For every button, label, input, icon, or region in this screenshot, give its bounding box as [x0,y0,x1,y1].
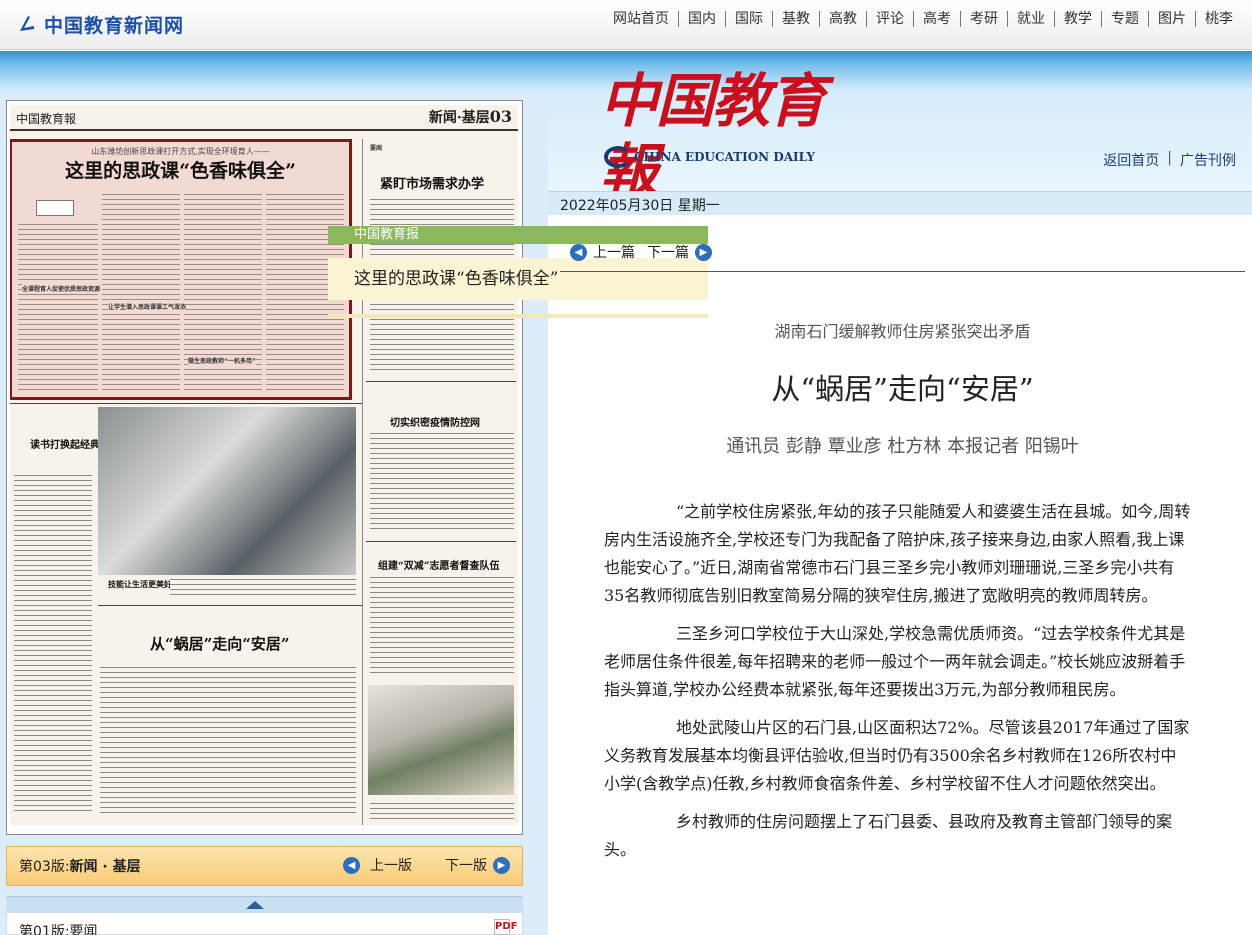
arrow-left-icon: ◀ [343,856,360,874]
story-divider [366,381,516,382]
article-paragraph: 三圣乡河口学校位于大山深处,学校急需优质师资。“过去学校条件尤其是老师居住条件很… [604,624,1186,699]
nav-item-topics[interactable]: 专题 [1101,11,1148,27]
site-logo-text: 中国教育新闻网 [44,14,185,37]
nav-item-basic-education[interactable]: 基教 [772,11,819,27]
top-navigation-bar: 中国教育新闻网 网站首页 国内 国际 基教 高教 评论 高考 考研 就业 教学 … [0,0,1252,50]
article-paragraph: 乡村教师的住房问题摆上了石门县委、县政府及教育主管部门领导的案头。 [604,812,1173,859]
story-title: 紧盯市场需求办学 [380,177,485,192]
sub-heading: 让学生潜入思政课课工气泼浓 [108,302,187,311]
next-page-button[interactable]: 下一版 ▶ [445,855,510,875]
article-paragraph: 地处武陵山片区的石门县,山区面积达72%。尽管该县2017年通过了国家义务教育发… [604,718,1190,793]
nav-item-teaching[interactable]: 教学 [1054,11,1101,27]
story-title: 从“蜗居”走向“安居” [150,635,290,653]
newspaper-photo-students [368,685,514,795]
prev-article-icon[interactable]: ◀ [570,243,587,261]
story-title: 切实织密疫情防控网 [390,418,480,429]
article-author: 通讯员 彭静 覃业彦 杜方林 本报记者 阳锡叶 [726,436,1079,457]
page-list-toggle[interactable] [6,896,523,912]
story-divider [366,541,516,542]
collapse-up-icon [246,901,264,909]
link-separator: | [1167,150,1172,166]
newspaper-section-name: 新闻·基层 [428,110,490,126]
main-nav: 网站首页 国内 国际 基教 高教 评论 高考 考研 就业 教学 专题 图片 桃李 [604,11,1242,27]
banner-links: 返回首页 | 广告刊例 [1103,150,1236,170]
newspaper-page-number: 03 [489,107,512,126]
text-column [18,222,98,392]
article-paragraph: “之前学校住房紧张,年幼的孩子只能随爱人和婆婆生活在县城。如今,周转房内生活设施… [604,502,1191,605]
next-article-link[interactable]: 下一篇 [647,242,689,262]
tooltip-title[interactable]: 这里的思政课“色香味俱全” [328,258,708,300]
nav-item-international[interactable]: 国际 [725,11,772,27]
nav-item-domestic[interactable]: 国内 [678,11,725,27]
nav-item-higher-education[interactable]: 高教 [819,11,866,27]
nav-item-kaoyan[interactable]: 考研 [960,11,1007,27]
current-page-name: 第03版:新闻 · 基层 [19,856,141,876]
caption-block [170,577,356,597]
paper-name: 中国教育報 [600,67,826,205]
article-divider [560,271,1245,272]
page-switcher: 第03版:新闻 · 基层 ◀ 上一版 下一版 ▶ [6,846,523,886]
column-logo-icon [36,200,74,216]
story-divider [98,605,362,606]
section-tag: 要闻 [370,145,383,152]
highlighted-article-hotspot[interactable]: 山东潍坊创新思政课打开方式,实现全环境育人—— 这里的思政课“色香味俱全” 全课… [10,139,352,400]
issue-date: 2022年05月30日 星期一 [560,198,720,214]
text-block [370,431,514,531]
article-subtitle: 湖南石门缓解教师住房紧张突出矛盾 [774,322,1031,341]
page-list-item[interactable]: 第01版:要闻 PDF [6,912,523,935]
text-column [102,192,180,392]
nav-item-home[interactable]: 网站首页 [604,11,678,27]
photo-caption: 技能让生活更美好 [108,579,172,589]
arrow-right-icon: ▶ [493,856,510,874]
newspaper-page-header: 中国教育報 新闻·基层03 [10,105,518,131]
text-block [14,473,92,813]
next-article-icon[interactable]: ▶ [695,243,712,261]
date-bar: 2022年05月30日 星期一 [548,191,1252,215]
highlight-title: 这里的思政课“色香味俱全” [65,160,296,182]
text-block [370,575,514,675]
logo-mark-icon [20,16,34,31]
paper-masthead-logo: 中国教育報 CHINA EDUCATION DAILY [600,66,840,205]
nav-item-employment[interactable]: 就业 [1007,11,1054,27]
caption-block [370,801,514,821]
paper-name-english: CHINA EDUCATION DAILY [634,150,815,164]
site-logo[interactable]: 中国教育新闻网 [16,10,184,38]
article-title: 从“蜗居”走向“安居” [771,372,1034,406]
prev-page-button[interactable]: ◀ 上一版 [343,855,412,875]
newspaper-masthead-small: 中国教育報 [16,112,77,126]
newspaper-section-label: 新闻·基层03 [429,107,512,127]
nav-item-pictures[interactable]: 图片 [1148,11,1195,27]
next-page-label: 下一版 [445,858,487,874]
story-title: 组建“双减”志愿者督查队伍 [378,561,500,572]
sub-heading: 全课程育人促使优质思政资源 [22,284,101,293]
article-body: “之前学校住房紧张,年幼的孩子只能随爱人和婆婆生活在县城。如今,周转房内生活设施… [604,498,1192,874]
prev-article-link[interactable]: 上一篇 [593,242,635,262]
nav-item-gaokao[interactable]: 高考 [913,11,960,27]
newspaper-page-image[interactable]: 中国教育報 新闻·基层03 山东潍坊创新思政课打开方式,实现全环境育人—— 这里… [10,105,518,825]
story-divider [10,403,362,404]
nav-item-commentary[interactable]: 评论 [866,11,913,27]
article-navigation: ◀ 上一篇 下一篇 ▶ [570,242,712,262]
page-list-item-label: 第01版:要闻 [19,924,98,935]
nav-item-taoli[interactable]: 桃李 [1195,11,1242,27]
pdf-icon[interactable]: PDF [494,919,517,935]
text-block [100,665,356,815]
prev-page-label: 上一版 [370,858,412,874]
current-page-label: 第03版: [19,859,70,875]
sub-heading: 微生思政教师“一机多用” [188,356,256,365]
ad-rates-link[interactable]: 广告刊例 [1180,150,1236,170]
paper-c-emblem-icon [604,146,632,168]
back-home-link[interactable]: 返回首页 [1103,150,1159,170]
newspaper-photo-worker [98,407,356,575]
current-section-name: 新闻 · 基层 [69,859,141,875]
